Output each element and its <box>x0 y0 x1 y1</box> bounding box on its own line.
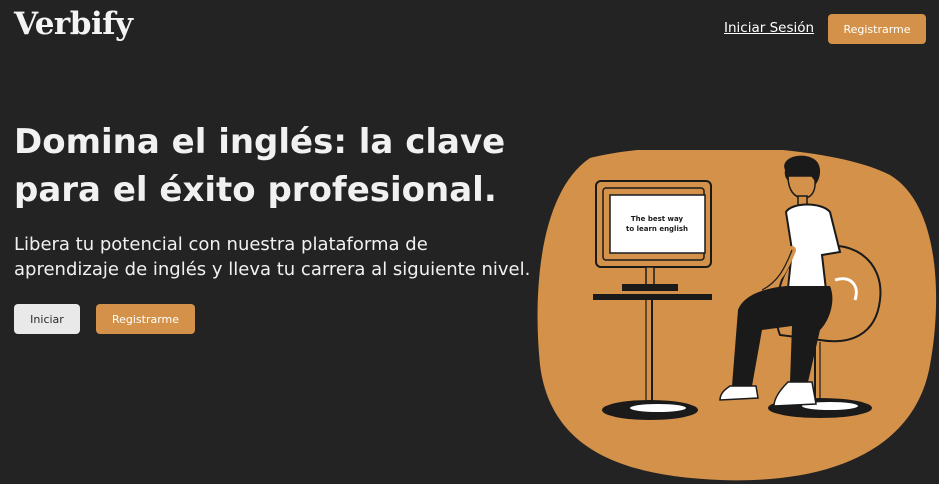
hero-title-line-2: para el éxito profesional. <box>14 170 497 210</box>
screen-text-line-1: The best way <box>631 215 684 223</box>
hero-illustration: The best way to learn english <box>537 150 937 481</box>
hero-subtitle-line-1: Libera tu potencial con nuestra platafor… <box>14 234 428 255</box>
logo[interactable]: Verbify <box>14 6 133 42</box>
screen-text-line-2: to learn english <box>626 225 688 233</box>
nav-register-button[interactable]: Registrarme <box>828 14 926 44</box>
start-button[interactable]: Iniciar <box>14 304 80 334</box>
login-link[interactable]: Iniciar Sesión <box>724 20 814 36</box>
hero-title: Domina el inglés: la clave para el éxito… <box>14 118 514 214</box>
hero-subtitle: Libera tu potencial con nuestra platafor… <box>14 232 544 282</box>
hero-subtitle-line-2: aprendizaje de inglés y lleva tu carrera… <box>14 259 531 280</box>
hero-title-line-1: Domina el inglés: la clave <box>14 122 506 162</box>
hero-register-button[interactable]: Registrarme <box>96 304 195 334</box>
